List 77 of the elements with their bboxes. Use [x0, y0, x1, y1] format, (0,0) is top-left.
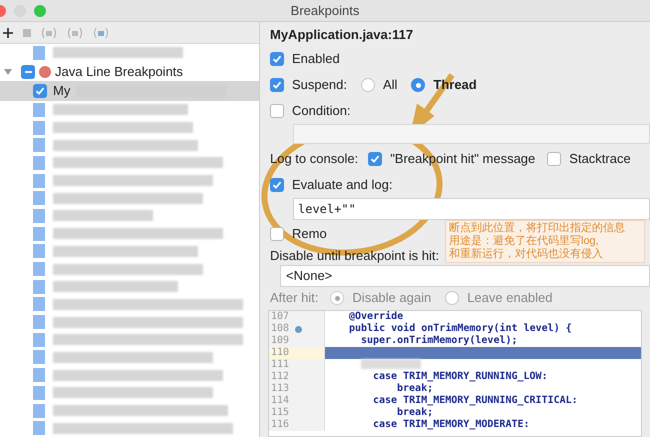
- remove-icon[interactable]: [23, 28, 31, 36]
- checkbox-label: Condition:: [292, 102, 351, 120]
- blurred-checkbox-icon: [33, 208, 45, 223]
- redacted-text-block: [361, 359, 421, 369]
- dropdown[interactable]: <None>: [280, 265, 650, 287]
- line-number: 116: [271, 419, 290, 431]
- line-number: 112: [271, 371, 290, 383]
- checkbox[interactable]: [270, 227, 284, 241]
- radio-button[interactable]: [411, 78, 426, 92]
- group-icon[interactable]: [41, 26, 57, 38]
- group-icon[interactable]: [67, 26, 83, 38]
- window-title: Breakpoints: [290, 2, 360, 20]
- blurred-checkbox-icon: [33, 174, 45, 188]
- radio-label: Disable again: [352, 289, 432, 308]
- tree-item[interactable]: My: [0, 81, 259, 101]
- checkbox-label: Suspend:: [292, 76, 347, 94]
- blurred-checkbox-icon: [33, 421, 45, 436]
- blurred-checkbox-icon: [33, 46, 45, 60]
- blurred-checkbox-icon: [33, 350, 45, 364]
- checkbox-label: Remo: [292, 225, 327, 244]
- blurred-checkbox-icon: [33, 386, 45, 400]
- expression-field[interactable]: level+"": [293, 198, 650, 220]
- code-line: case TRIM_MEMORY_RUNNING_LOW:: [373, 371, 548, 382]
- breakpoint-title: MyApplication.java:117: [270, 26, 414, 43]
- checkbox[interactable]: [33, 84, 47, 98]
- group-label: Java Line Breakpoints: [55, 62, 183, 81]
- field-label: After hit:: [270, 289, 318, 308]
- code-line: super.onTrimMemory(level);: [361, 335, 518, 346]
- line-number: 111: [271, 359, 290, 371]
- zoom-button[interactable]: [34, 5, 46, 17]
- blurred-checkbox-icon: [33, 191, 45, 206]
- line-number: 107: [271, 311, 290, 323]
- code-line: case TRIM_MEMORY_MODERATE:: [373, 419, 530, 430]
- blurred-checkbox-icon: [33, 280, 45, 294]
- blurred-checkbox-icon: [33, 315, 45, 330]
- blurred-checkbox-icon: [33, 156, 45, 170]
- code-line: @Override: [349, 311, 404, 322]
- blurred-checkbox-icon: [33, 404, 45, 418]
- code-line: break;: [397, 383, 434, 394]
- radio-label: Leave enabled: [467, 289, 553, 308]
- blurred-checkbox-icon: [33, 120, 45, 135]
- blurred-checkbox-icon: [33, 332, 45, 347]
- line-number: 114: [271, 395, 290, 407]
- blurred-checkbox-icon: [33, 138, 45, 152]
- code-line: public void onTrimMemory(int level) {: [349, 323, 572, 334]
- minus-icon: [24, 70, 32, 73]
- checkbox[interactable]: [270, 78, 284, 92]
- blurred-checkbox-icon: [33, 297, 45, 312]
- line-number: 113: [271, 383, 290, 395]
- blurred-checkbox-icon: [33, 226, 45, 241]
- blurred-checkbox-icon: [33, 262, 45, 276]
- checkbox-label: Enabled: [292, 50, 340, 68]
- condition-field[interactable]: [293, 124, 650, 144]
- blurred-checkbox-icon: [33, 244, 45, 258]
- checkbox[interactable]: [547, 152, 562, 166]
- add-icon[interactable]: [3, 28, 13, 38]
- override-marker-icon: [295, 326, 302, 332]
- code-line: break;: [397, 407, 434, 418]
- checkbox[interactable]: [270, 104, 284, 118]
- checkbox-label: Stacktrace: [569, 150, 631, 168]
- radio-label: All: [382, 76, 398, 94]
- line-number: 108: [271, 323, 290, 335]
- annotation-note: 断点到此位置，将打印出指定的信息 用途是：避免了在代码里写log, 和重新运行，对代码也没有侵入: [445, 220, 645, 263]
- line-number: 110: [271, 347, 290, 359]
- blurred-checkbox-icon: [33, 102, 45, 117]
- radio-button[interactable]: [360, 78, 375, 92]
- checkbox[interactable]: [270, 52, 284, 66]
- checkbox[interactable]: [270, 178, 284, 192]
- blurred-checkbox-icon: [33, 368, 45, 382]
- line-number: 115: [271, 407, 290, 419]
- checkbox[interactable]: [368, 152, 382, 166]
- checkbox[interactable]: [21, 64, 35, 79]
- code-line: case TRIM_MEMORY_RUNNING_CRITICAL:: [373, 395, 578, 406]
- group-icon[interactable]: [93, 26, 109, 38]
- checkbox-label: Evaluate and log:: [292, 176, 392, 194]
- expand-arrow-icon[interactable]: [3, 66, 13, 77]
- line-number: 109: [271, 335, 290, 347]
